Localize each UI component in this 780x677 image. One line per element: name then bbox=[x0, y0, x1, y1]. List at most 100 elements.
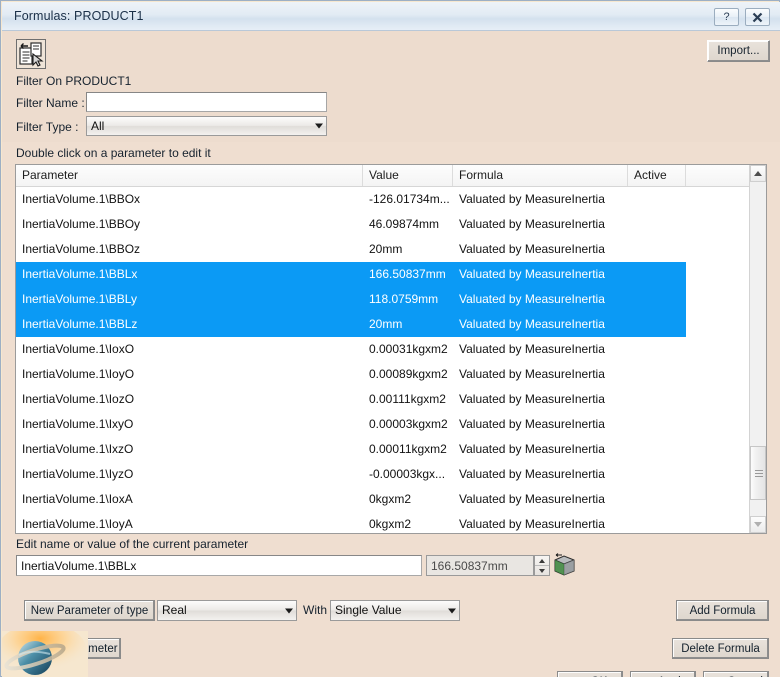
table-cell-parameter: InertiaVolume.1\IxyO bbox=[22, 417, 134, 431]
table-cell-formula: Valuated by MeasureInertia bbox=[459, 442, 605, 456]
filter-type-value: All bbox=[91, 119, 105, 133]
table-cell-active bbox=[628, 437, 686, 462]
spinner-down-button[interactable] bbox=[535, 566, 549, 575]
table-cell-parameter: InertiaVolume.1\BBOz bbox=[22, 242, 141, 256]
table-cell-parameter: InertiaVolume.1\IozO bbox=[22, 392, 135, 406]
formulas-dialog: Formulas: PRODUCT1 ? Import... Filter On… bbox=[0, 0, 780, 677]
import-button[interactable]: Import... bbox=[707, 40, 770, 62]
parameter-value-input[interactable] bbox=[426, 555, 534, 576]
table-row[interactable]: InertiaVolume.1\BBLy 118.0759mm Valuated b… bbox=[16, 287, 751, 312]
formula-cube-glyph bbox=[554, 553, 575, 576]
filter-on-label: Filter On PRODUCT1 bbox=[16, 74, 132, 88]
filter-panel: Import... Filter On PRODUCT1 Filter Name… bbox=[2, 31, 780, 142]
scrollbar-thumb[interactable] bbox=[750, 446, 766, 500]
parameter-multiplicity-combobox[interactable]: Single Value bbox=[330, 600, 460, 621]
help-button[interactable]: ? bbox=[714, 8, 739, 26]
table-cell-active bbox=[628, 337, 686, 362]
value-spinner[interactable] bbox=[534, 555, 550, 576]
table-cell-formula: Valuated by MeasureInertia bbox=[459, 217, 605, 231]
table-cell-formula: Valuated by MeasureInertia bbox=[459, 242, 605, 256]
cancel-button[interactable]: Cancel bbox=[703, 671, 769, 677]
table-cell-value: 0.00111kgxm2 bbox=[369, 392, 446, 406]
chevron-down-icon bbox=[315, 123, 323, 129]
table-row[interactable]: InertiaVolume.1\BBLx 166.50837mm Valuated … bbox=[16, 262, 751, 287]
grip-icon bbox=[755, 470, 763, 477]
table-column-header-active[interactable]: Active bbox=[628, 165, 686, 186]
table-cell-formula: Valuated by MeasureInertia bbox=[459, 192, 605, 206]
scroll-up-button[interactable] bbox=[750, 165, 766, 182]
filter-type-combobox[interactable]: All bbox=[86, 116, 327, 136]
spinner-up-button[interactable] bbox=[535, 556, 549, 566]
table-cell-parameter: InertiaVolume.1\IoxO bbox=[22, 342, 135, 356]
table-row[interactable]: InertiaVolume.1\BBLz 20mm Valuated by Meas… bbox=[16, 312, 751, 337]
filter-parameter-icon[interactable] bbox=[16, 39, 46, 69]
table-cell-parameter: InertiaVolume.1\IoyO bbox=[22, 367, 135, 381]
table-cell-active bbox=[628, 237, 686, 262]
table-cell-formula: Valuated by MeasureInertia bbox=[459, 392, 605, 406]
table-cell-parameter: InertiaVolume.1\IoyA bbox=[22, 517, 133, 531]
table-column-header-formula[interactable]: Formula bbox=[453, 165, 628, 186]
apply-button[interactable]: Apply bbox=[630, 671, 696, 677]
table-column-header-parameter[interactable]: Parameter bbox=[16, 165, 363, 186]
table-row[interactable]: InertiaVolume.1\IoyA 0kgxm2 Valuated by Me… bbox=[16, 512, 751, 533]
add-formula-button[interactable]: Add Formula bbox=[676, 600, 769, 621]
table-row[interactable]: InertiaVolume.1\IoxO 0.00031kgxm2 Valuated… bbox=[16, 337, 751, 362]
table-cell-value: 20mm bbox=[369, 242, 403, 256]
parameter-type-value: Real bbox=[162, 603, 187, 617]
table-cell-formula: Valuated by MeasureInertia bbox=[459, 467, 605, 481]
filter-name-input[interactable] bbox=[86, 92, 327, 112]
new-parameter-button[interactable]: New Parameter of type bbox=[24, 600, 155, 621]
chevron-down-icon bbox=[285, 608, 293, 613]
table-cell-formula: Valuated by MeasureInertia bbox=[459, 417, 605, 431]
formula-editor-icon[interactable] bbox=[553, 553, 576, 577]
table-cell-active bbox=[628, 412, 686, 437]
parameter-type-combobox[interactable]: Real bbox=[157, 600, 297, 621]
table-cell-active bbox=[628, 262, 686, 287]
edit-hint-label: Edit name or value of the current parame… bbox=[16, 537, 249, 551]
table-row[interactable]: InertiaVolume.1\BBOx -126.01734m... Valuat… bbox=[16, 187, 751, 212]
dialog-body: Import... Filter On PRODUCT1 Filter Name… bbox=[2, 31, 780, 677]
table-cell-parameter: InertiaVolume.1\BBLx bbox=[22, 267, 138, 281]
table-body: InertiaVolume.1\BBOx -126.01734m... Valuat… bbox=[16, 187, 751, 533]
close-button[interactable] bbox=[745, 8, 770, 26]
table-cell-active bbox=[628, 462, 686, 487]
table-column-header-value[interactable]: Value bbox=[363, 165, 453, 186]
scroll-down-button[interactable] bbox=[750, 516, 766, 533]
dialog-titlebar: Formulas: PRODUCT1 ? bbox=[2, 2, 780, 31]
close-icon bbox=[752, 12, 763, 22]
table-cell-active bbox=[628, 187, 686, 212]
table-cell-parameter: InertiaVolume.1\BBOx bbox=[22, 192, 141, 206]
table-cell-active bbox=[628, 512, 686, 533]
table-row[interactable]: InertiaVolume.1\IoxA 0kgxm2 Valuated by Me… bbox=[16, 487, 751, 512]
table-column-header-spare bbox=[686, 165, 751, 186]
table-cell-parameter: InertiaVolume.1\IoxA bbox=[22, 492, 133, 506]
table-cell-value: -126.01734m... bbox=[369, 192, 450, 206]
table-row[interactable]: InertiaVolume.1\IoyO 0.00089kgxm2 Valuated… bbox=[16, 362, 751, 387]
table-cell-formula: Valuated by MeasureInertia bbox=[459, 492, 605, 506]
table-cell-formula: Valuated by MeasureInertia bbox=[459, 267, 605, 281]
table-cell-value: 0.00011kgxm2 bbox=[369, 442, 447, 456]
table-vertical-scrollbar[interactable] bbox=[749, 165, 766, 533]
table-cell-value: 0kgxm2 bbox=[369, 517, 412, 531]
with-label: With bbox=[303, 603, 327, 617]
table-cell-parameter: InertiaVolume.1\IyzO bbox=[22, 467, 134, 481]
table-cell-active bbox=[628, 212, 686, 237]
delete-parameter-button[interactable]: Delete Parameter bbox=[24, 638, 121, 659]
filter-parameter-glyph bbox=[19, 42, 44, 67]
table-row[interactable]: InertiaVolume.1\BBOz 20mm Valuated by Meas… bbox=[16, 237, 751, 262]
table-row[interactable]: InertiaVolume.1\IxyO 0.00003kgxm2 Valuated… bbox=[16, 412, 751, 437]
triangle-down-icon bbox=[754, 522, 762, 527]
table-cell-parameter: InertiaVolume.1\IxzO bbox=[22, 442, 134, 456]
ok-button[interactable]: OK bbox=[557, 671, 623, 677]
table-row[interactable]: InertiaVolume.1\IyzO -0.00003kgx... Valuat… bbox=[16, 462, 751, 487]
table-row[interactable]: InertiaVolume.1\BBOy 46.09874mm Valuated b… bbox=[16, 212, 751, 237]
parameter-name-input[interactable] bbox=[16, 555, 422, 576]
table-cell-active bbox=[628, 487, 686, 512]
filter-type-label: Filter Type : bbox=[16, 120, 79, 134]
table-row[interactable]: InertiaVolume.1\IxzO 0.00011kgxm2 Valuated… bbox=[16, 437, 751, 462]
table-cell-formula: Valuated by MeasureInertia bbox=[459, 517, 605, 531]
delete-formula-button[interactable]: Delete Formula bbox=[672, 638, 769, 659]
table-cell-value: 0.00003kgxm2 bbox=[369, 417, 448, 431]
table-cell-value: 166.50837mm bbox=[369, 267, 446, 281]
table-row[interactable]: InertiaVolume.1\IozO 0.00111kgxm2 Valuated… bbox=[16, 387, 751, 412]
